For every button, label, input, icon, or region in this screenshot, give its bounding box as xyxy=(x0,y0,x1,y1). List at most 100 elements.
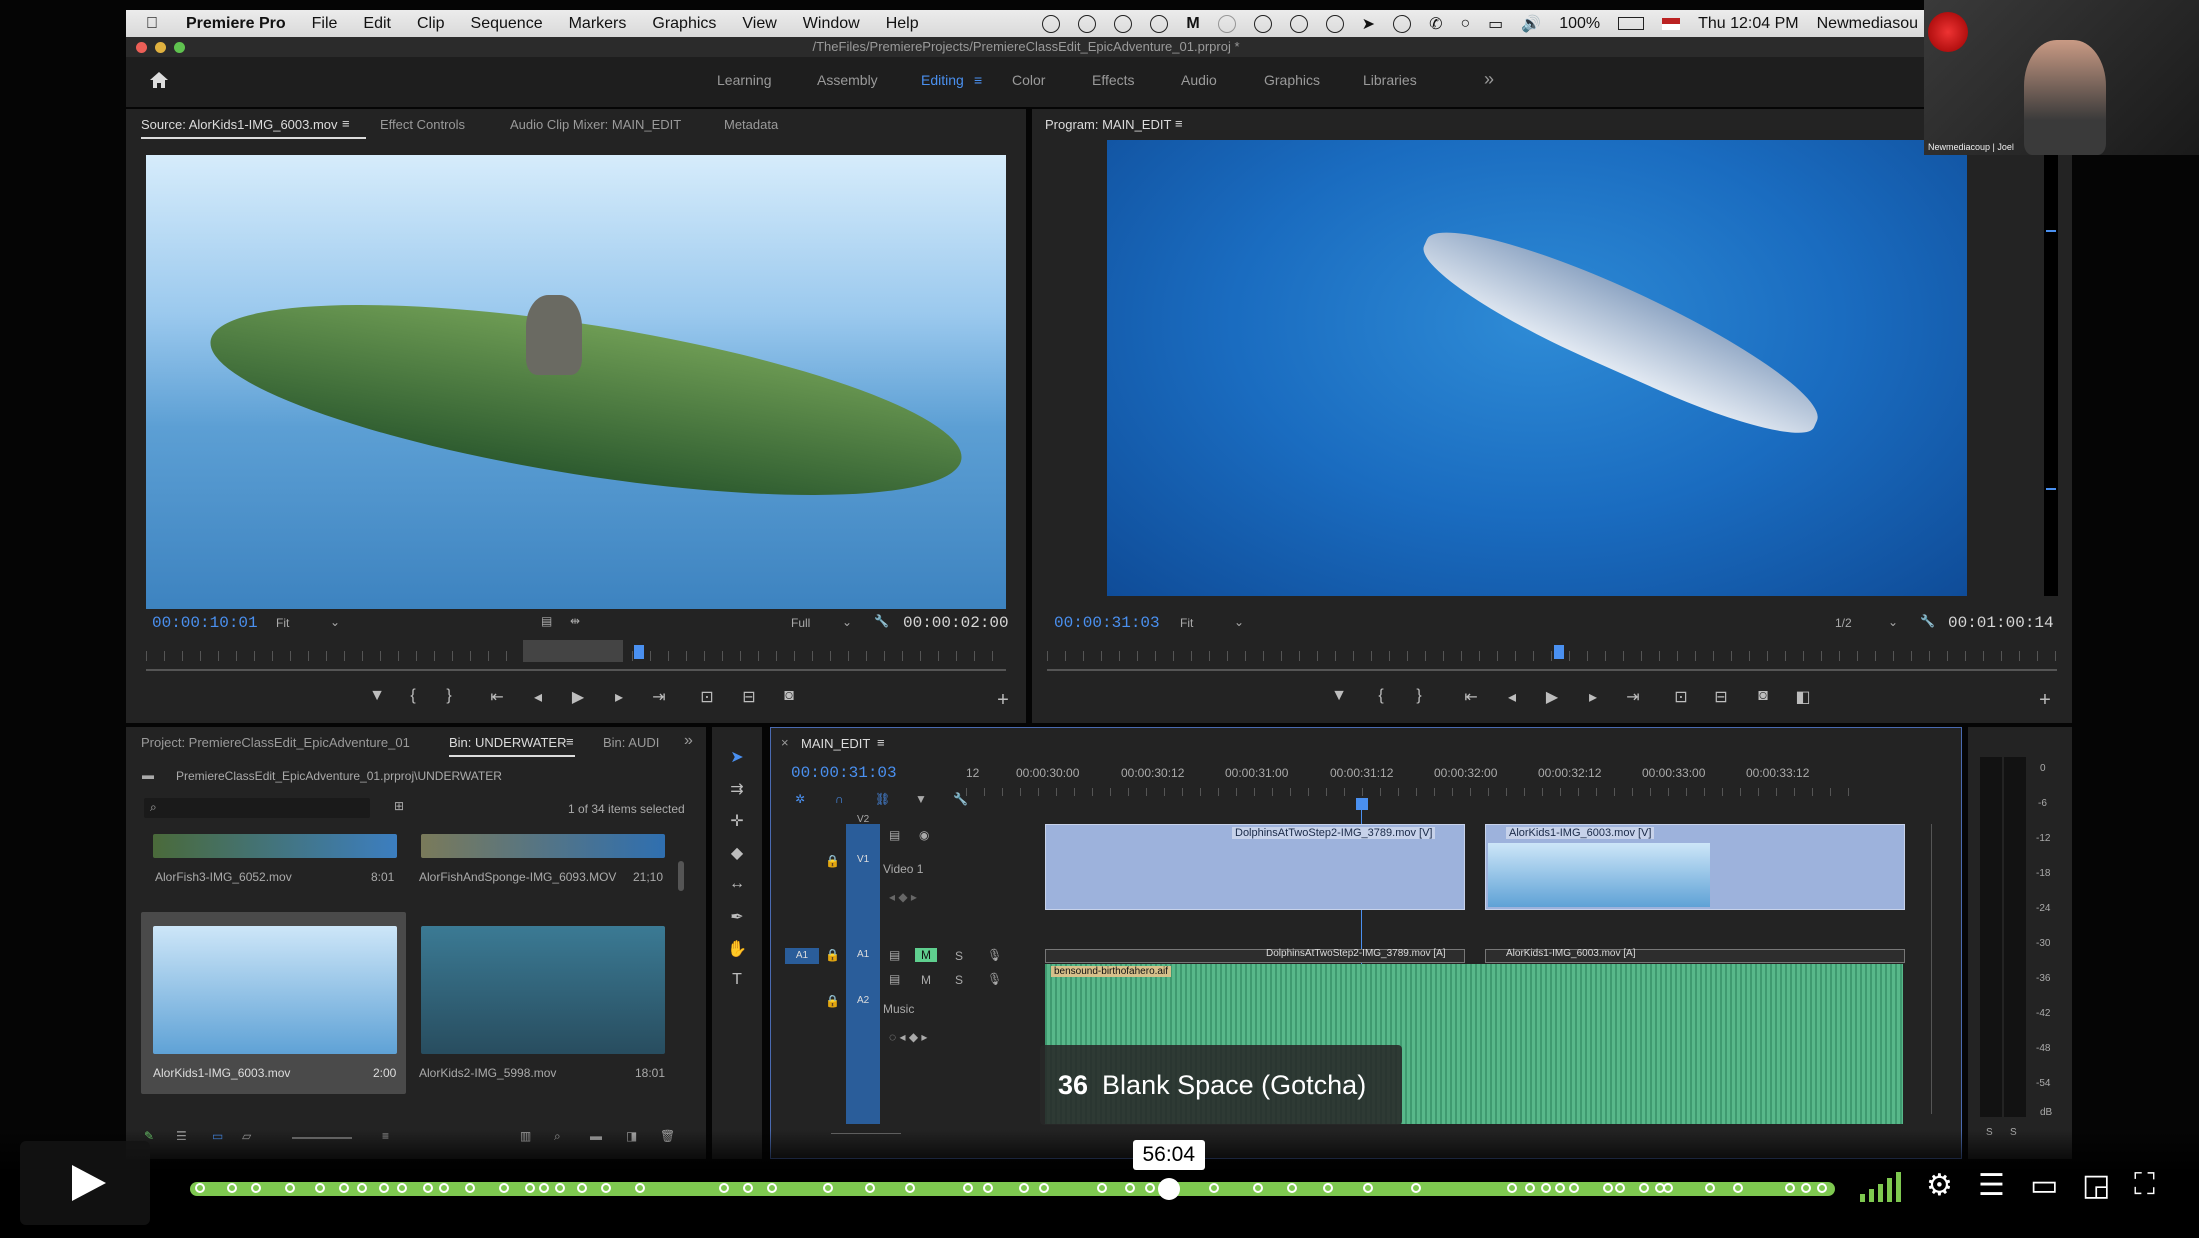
dropbox-icon[interactable] xyxy=(1078,14,1097,33)
chapter-marker[interactable] xyxy=(1785,1183,1795,1193)
source-fit-select[interactable]: Fit xyxy=(276,616,289,630)
timeline-vertical-scrollbar[interactable] xyxy=(1931,824,1940,1114)
menu-sequence[interactable]: Sequence xyxy=(471,15,543,33)
chapter-marker[interactable] xyxy=(1541,1183,1551,1193)
add-marker-icon[interactable]: ▼ xyxy=(1326,687,1352,705)
clip-thumbnail[interactable] xyxy=(421,926,665,1054)
chapter-marker[interactable] xyxy=(905,1183,915,1193)
mic-icon[interactable]: 🎙 xyxy=(987,948,1002,962)
program-time-ruler[interactable] xyxy=(1047,651,2057,661)
home-icon[interactable] xyxy=(148,69,170,91)
timeline-ruler[interactable]: 12 00:00:30:00 00:00:30:12 00:00:31:00 0… xyxy=(966,766,1906,806)
progress-bar[interactable] xyxy=(190,1182,1835,1196)
mute-a1-button[interactable]: M xyxy=(915,948,937,962)
keyframe-nav-icon[interactable]: ◂ ◆ ▸ xyxy=(889,890,917,904)
program-resolution-select[interactable]: 1/2 xyxy=(1835,616,1852,630)
extract-icon[interactable]: ⊟ xyxy=(1708,687,1734,707)
chapter-marker[interactable] xyxy=(1287,1183,1297,1193)
chapter-marker[interactable] xyxy=(1663,1183,1673,1193)
menu-graphics[interactable]: Graphics xyxy=(652,15,716,33)
chapter-marker[interactable] xyxy=(1603,1183,1613,1193)
chapter-marker[interactable] xyxy=(719,1183,729,1193)
chapter-marker[interactable] xyxy=(1209,1183,1219,1193)
program-title[interactable]: Program: MAIN_EDIT xyxy=(1045,117,1171,132)
creative-cloud-icon[interactable] xyxy=(1114,14,1133,33)
snap-icon[interactable]: ∩ xyxy=(835,792,844,806)
lift-icon[interactable]: ⊡ xyxy=(1668,687,1694,707)
menu-clip[interactable]: Clip xyxy=(417,15,445,33)
workspace-menu-icon[interactable]: ≡ xyxy=(974,72,982,88)
comparison-view-icon[interactable]: ◧ xyxy=(1790,687,1816,707)
close-sequence-icon[interactable]: × xyxy=(781,735,789,750)
sequence-menu-icon[interactable]: ≡ xyxy=(877,735,885,750)
list-item[interactable]: AlorFish3-IMG_6052.mov 8:01 xyxy=(141,834,406,894)
source-menu-icon[interactable]: ≡ xyxy=(342,116,350,131)
program-video-frame[interactable] xyxy=(1107,140,1967,596)
source-timecode[interactable]: 00:00:10:01 xyxy=(152,614,258,632)
razor-tool-icon[interactable]: ◆ xyxy=(724,843,750,863)
go-to-out-icon[interactable]: ⇥ xyxy=(1620,687,1646,707)
panel-overflow-icon[interactable]: » xyxy=(684,732,693,750)
chapter-marker[interactable] xyxy=(1733,1183,1743,1193)
chapter-marker[interactable] xyxy=(1125,1183,1135,1193)
mark-in-icon[interactable]: { xyxy=(400,687,426,705)
slip-tool-icon[interactable]: ↔ xyxy=(724,875,750,893)
source-resolution-select[interactable]: Full xyxy=(791,616,810,630)
workspace-libraries[interactable]: Libraries xyxy=(1363,72,1417,88)
m-icon[interactable]: M xyxy=(1186,15,1199,33)
source-playhead[interactable] xyxy=(634,645,644,659)
go-to-in-icon[interactable]: ⇤ xyxy=(1458,687,1484,707)
timeline-playhead[interactable] xyxy=(1356,798,1368,810)
mute-a2-button[interactable]: M xyxy=(921,973,931,987)
clip-alorkids-video[interactable]: AlorKids1-IMG_6003.mov [V] xyxy=(1485,824,1905,910)
mark-in-icon[interactable]: { xyxy=(1368,687,1394,705)
list-item[interactable]: AlorKids1-IMG_6003.mov 2:00 xyxy=(141,912,406,1094)
chapter-marker[interactable] xyxy=(251,1183,261,1193)
airplay-icon[interactable]: ▭ xyxy=(2030,1168,2058,1203)
track-v1-source-patch[interactable] xyxy=(846,824,880,1124)
lock-icon[interactable]: 🔒 xyxy=(825,854,840,868)
chapter-marker[interactable] xyxy=(635,1183,645,1193)
play-icon[interactable]: ▶ xyxy=(1539,687,1565,707)
phone-icon[interactable]: ✆ xyxy=(1429,14,1442,34)
location-icon[interactable]: ➤ xyxy=(1362,14,1375,34)
scrubber-handle[interactable] xyxy=(1157,1178,1180,1200)
chapter-marker[interactable] xyxy=(439,1183,449,1193)
airplay-icon[interactable]: ▭ xyxy=(1488,14,1503,34)
user-name[interactable]: Newmediasou xyxy=(1817,15,1918,33)
tab-audio-clip-mixer[interactable]: Audio Clip Mixer: MAIN_EDIT xyxy=(510,117,681,132)
toggle-output-icon[interactable]: ▤ xyxy=(889,828,900,842)
chapter-marker[interactable] xyxy=(1705,1183,1715,1193)
add-marker-icon[interactable]: ▼ xyxy=(364,687,390,705)
list-item[interactable]: AlorFishAndSponge-IMG_6093.MOV 21;10 xyxy=(419,834,684,894)
chapter-marker[interactable] xyxy=(1569,1183,1579,1193)
chapter-marker[interactable] xyxy=(1639,1183,1649,1193)
tab-source[interactable]: Source: AlorKids1-IMG_6003.mov xyxy=(141,117,338,132)
app-menu[interactable]: Premiere Pro xyxy=(186,15,286,33)
chapter-marker[interactable] xyxy=(227,1183,237,1193)
chapters-list-icon[interactable]: ☰ xyxy=(1978,1168,2005,1203)
export-frame-icon[interactable]: ◙ xyxy=(1750,687,1776,705)
volume-knob-icon[interactable]: ◌ ◂ ◆ ▸ xyxy=(889,1030,927,1044)
program-timecode[interactable]: 00:00:31:03 xyxy=(1054,614,1160,632)
chapter-marker[interactable] xyxy=(743,1183,753,1193)
chapter-marker[interactable] xyxy=(195,1183,205,1193)
volume-icon[interactable]: 🔊 xyxy=(1521,14,1541,34)
eye-icon[interactable]: ◉ xyxy=(919,828,929,842)
track-a1-source-patch[interactable]: A1 xyxy=(785,948,819,964)
track-a2-label[interactable]: A2 xyxy=(857,995,869,1006)
chapter-marker[interactable] xyxy=(1323,1183,1333,1193)
play-button[interactable] xyxy=(20,1141,150,1225)
track-v1-label[interactable]: V1 xyxy=(857,854,869,865)
chapter-marker[interactable] xyxy=(1097,1183,1107,1193)
track-a1-label[interactable]: A1 xyxy=(857,949,869,960)
chapter-marker[interactable] xyxy=(823,1183,833,1193)
scrollbar[interactable] xyxy=(678,861,684,891)
tab-bin-underwater[interactable]: Bin: UNDERWATER xyxy=(449,735,567,750)
program-menu-icon[interactable]: ≡ xyxy=(1175,116,1183,131)
search-input[interactable] xyxy=(144,798,370,818)
tray-icon[interactable] xyxy=(1150,14,1169,33)
go-to-out-icon[interactable]: ⇥ xyxy=(646,687,672,707)
wrench-icon[interactable]: 🔧 xyxy=(1920,614,1935,628)
chapter-marker[interactable] xyxy=(767,1183,777,1193)
